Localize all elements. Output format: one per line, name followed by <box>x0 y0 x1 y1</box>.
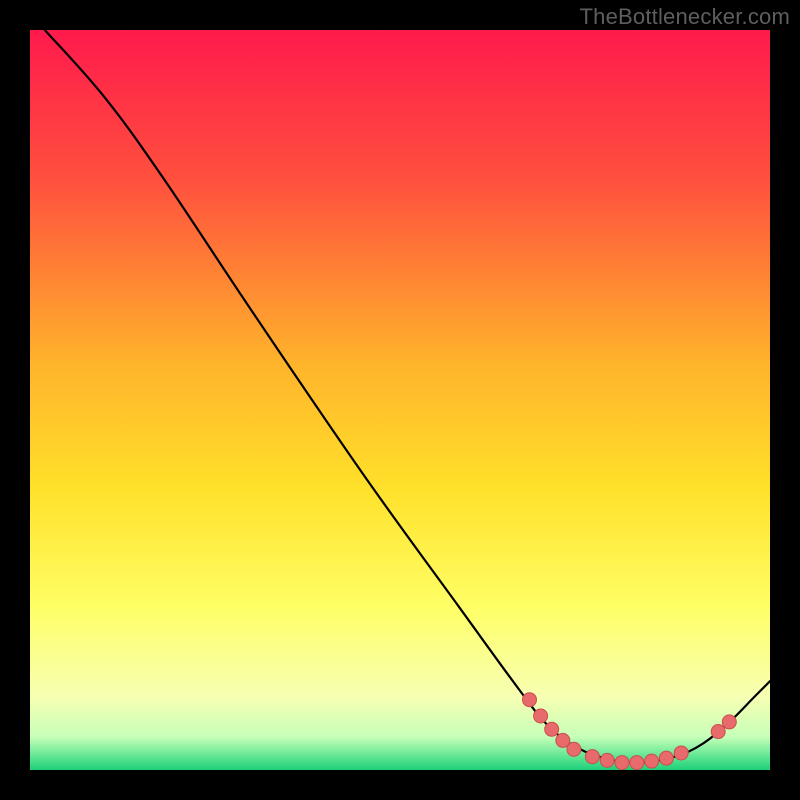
attribution-text: TheBottlenecker.com <box>580 4 790 30</box>
plot-area <box>30 30 770 770</box>
data-marker <box>630 756 644 770</box>
data-marker <box>674 746 688 760</box>
data-marker <box>711 725 725 739</box>
data-marker <box>722 715 736 729</box>
data-marker <box>545 722 559 736</box>
data-marker <box>659 751 673 765</box>
data-marker <box>585 750 599 764</box>
data-marker <box>567 742 581 756</box>
plot-svg <box>30 30 770 770</box>
gradient-background <box>30 30 770 770</box>
data-marker <box>534 709 548 723</box>
data-marker <box>600 753 614 767</box>
data-marker <box>523 693 537 707</box>
data-marker <box>645 754 659 768</box>
data-marker <box>615 756 629 770</box>
chart-frame: TheBottlenecker.com <box>0 0 800 800</box>
